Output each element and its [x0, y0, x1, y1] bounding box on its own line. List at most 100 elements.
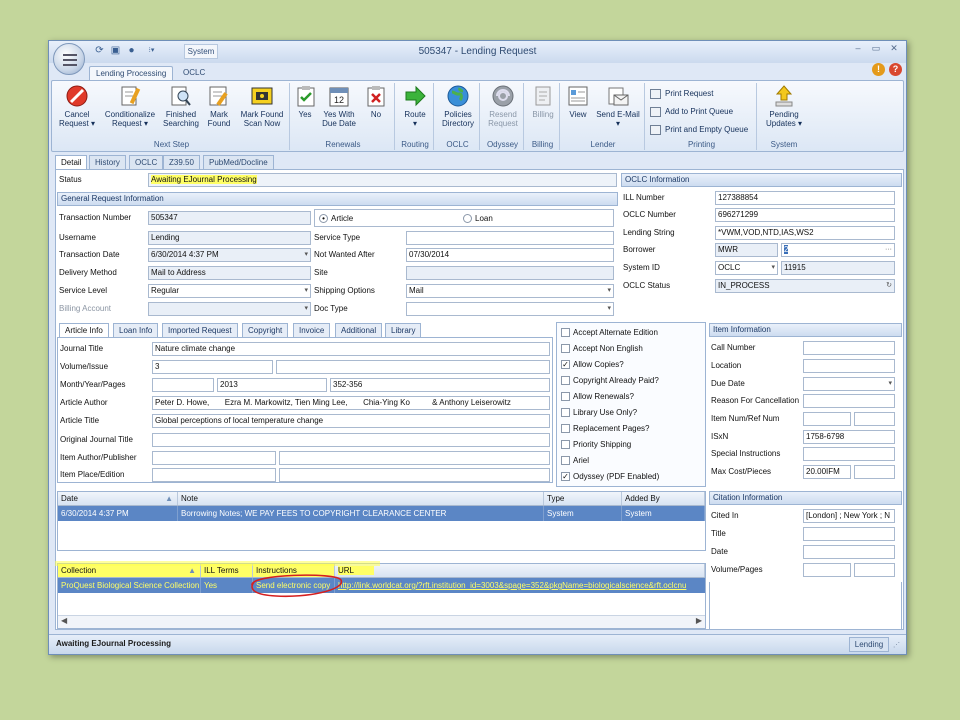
- qat-dropdown-icon[interactable]: ⁝▾: [145, 44, 158, 57]
- circle-icon[interactable]: ●: [125, 44, 138, 57]
- route-button[interactable]: Route ▾: [399, 84, 431, 134]
- item-edition-field[interactable]: [279, 468, 550, 482]
- notes-header-date[interactable]: Date ▲: [58, 492, 178, 505]
- ref-num-field[interactable]: [854, 412, 895, 426]
- tab-z3950[interactable]: Z39.50: [163, 155, 200, 169]
- accept-non-english-checkbox[interactable]: Accept Non English: [561, 341, 643, 357]
- cancel-request-button[interactable]: Cancel Request ▾: [56, 84, 98, 134]
- replacement-pages-checkbox[interactable]: Replacement Pages?: [561, 421, 650, 437]
- location-field[interactable]: [803, 359, 895, 373]
- isxn-field[interactable]: 1758-6798: [803, 430, 895, 444]
- tab-pubmed-docline[interactable]: PubMed/Docline: [203, 155, 274, 169]
- system-menu[interactable]: System: [184, 44, 218, 59]
- tab-imported-request[interactable]: Imported Request: [162, 323, 238, 337]
- max-cost-field[interactable]: 20.00IFM: [803, 465, 851, 479]
- tab-article-info[interactable]: Article Info: [59, 323, 109, 337]
- refresh-icon[interactable]: ⟳: [93, 44, 106, 57]
- maximize-icon[interactable]: ▭: [869, 43, 883, 57]
- tab-oclc-detail[interactable]: OCLC: [129, 155, 164, 169]
- issue-field[interactable]: [276, 360, 550, 374]
- tab-library[interactable]: Library: [385, 323, 422, 337]
- application-menu-button[interactable]: [53, 43, 85, 75]
- not-wanted-after-field[interactable]: 07/30/2014: [406, 248, 614, 262]
- pending-updates-button[interactable]: Pending Updates ▾: [761, 84, 807, 134]
- ellipsis-icon[interactable]: ···: [885, 244, 892, 256]
- reason-for-cancellation-field[interactable]: [803, 394, 895, 408]
- tab-invoice[interactable]: Invoice: [293, 323, 331, 337]
- tab-loan-info[interactable]: Loan Info: [113, 323, 159, 337]
- original-journal-title-field[interactable]: [152, 433, 550, 447]
- system-id-select[interactable]: OCLC ▾: [715, 261, 778, 275]
- no-button[interactable]: No: [362, 84, 390, 134]
- oclc-number-field[interactable]: 696271299: [715, 208, 895, 222]
- notes-header-added-by[interactable]: Added By: [622, 492, 705, 505]
- due-date-field[interactable]: ▾: [803, 377, 895, 391]
- accept-alternate-edition-checkbox[interactable]: Accept Alternate Edition: [561, 325, 658, 341]
- print-and-empty-queue-button[interactable]: Print and Empty Queue: [650, 123, 748, 137]
- send-email-button[interactable]: Send E-Mail ▾: [594, 84, 642, 134]
- scroll-left-icon[interactable]: ◀: [61, 616, 67, 625]
- allow-copies-checkbox[interactable]: ✓ Allow Copies?: [561, 357, 624, 373]
- priority-shipping-checkbox[interactable]: Priority Shipping: [561, 437, 631, 453]
- borrower-extra-field[interactable]: 2 ···: [781, 243, 895, 257]
- item-place-field[interactable]: [152, 468, 276, 482]
- help-icon[interactable]: ?: [889, 63, 902, 76]
- refresh-icon[interactable]: ↻: [886, 280, 892, 292]
- yes-button[interactable]: Yes: [294, 84, 316, 134]
- copyright-already-paid-checkbox[interactable]: Copyright Already Paid?: [561, 373, 659, 389]
- yes-with-due-date-button[interactable]: 12 Yes With Due Date: [318, 84, 360, 134]
- tab-history[interactable]: History: [89, 155, 126, 169]
- citation-title-field[interactable]: [803, 527, 895, 541]
- minimize-icon[interactable]: –: [851, 43, 865, 57]
- loan-radio[interactable]: Loan: [463, 211, 493, 226]
- citation-volume-field[interactable]: [803, 563, 851, 577]
- table-row[interactable]: 6/30/2014 4:37 PM Borrowing Notes; WE PA…: [58, 506, 705, 521]
- collections-header-url[interactable]: URL: [335, 564, 705, 577]
- cited-in-field[interactable]: [London] ; New York ; N: [803, 509, 895, 523]
- tab-oclc[interactable]: OCLC: [177, 66, 211, 81]
- print-request-button[interactable]: Print Request: [650, 87, 713, 101]
- citation-pages-field[interactable]: [854, 563, 895, 577]
- notes-header-type[interactable]: Type: [544, 492, 622, 505]
- policies-directory-button[interactable]: Policies Directory: [438, 84, 478, 134]
- alert-icon[interactable]: !: [872, 63, 885, 76]
- table-row[interactable]: ProQuest Biological Science Collection Y…: [58, 578, 705, 593]
- tab-detail[interactable]: Detail: [55, 155, 88, 169]
- ill-number-field[interactable]: 127388854: [715, 191, 895, 205]
- resend-request-button[interactable]: Resend Request: [484, 84, 522, 134]
- conditionalize-request-button[interactable]: Conditionalize Request ▾: [101, 84, 159, 134]
- call-number-field[interactable]: [803, 341, 895, 355]
- resize-grip-icon[interactable]: ⋰: [893, 641, 900, 649]
- citation-date-field[interactable]: [803, 545, 895, 559]
- item-publisher-field[interactable]: [279, 451, 550, 465]
- mark-found-scan-now-button[interactable]: Mark Found Scan Now: [237, 84, 287, 134]
- doc-type-select[interactable]: ▾: [406, 302, 614, 316]
- service-type-field[interactable]: [406, 231, 614, 245]
- volume-field[interactable]: 3: [152, 360, 273, 374]
- add-to-print-queue-button[interactable]: Add to Print Queue: [650, 105, 733, 119]
- pages-field[interactable]: 352-356: [330, 378, 550, 392]
- tab-copyright[interactable]: Copyright: [242, 323, 289, 337]
- allow-renewals-checkbox[interactable]: Allow Renewals?: [561, 389, 634, 405]
- save-icon[interactable]: ▣: [109, 44, 122, 57]
- tab-additional[interactable]: Additional: [335, 323, 383, 337]
- item-author-field[interactable]: [152, 451, 276, 465]
- article-title-field[interactable]: Global perceptions of local temperature …: [152, 414, 550, 428]
- year-field[interactable]: 2013: [217, 378, 327, 392]
- journal-title-field[interactable]: Nature climate change: [152, 342, 550, 356]
- scroll-right-icon[interactable]: ▶: [696, 616, 702, 625]
- service-level-select[interactable]: Regular ▾: [148, 284, 311, 298]
- lending-string-field[interactable]: *VWM,VOD,NTD,IAS,WS2: [715, 226, 895, 240]
- billing-button[interactable]: Billing: [528, 84, 558, 134]
- mark-found-button[interactable]: Mark Found: [203, 84, 235, 134]
- odyssey-pdf-checkbox[interactable]: ✓ Odyssey (PDF Enabled): [561, 469, 659, 485]
- pieces-field[interactable]: [854, 465, 895, 479]
- item-num-field[interactable]: [803, 412, 851, 426]
- close-icon[interactable]: ✕: [887, 43, 901, 57]
- tab-lending-processing[interactable]: Lending Processing: [89, 66, 174, 81]
- notes-header-note[interactable]: Note: [178, 492, 544, 505]
- finished-searching-button[interactable]: Finished Searching: [161, 84, 201, 134]
- library-use-only-checkbox[interactable]: Library Use Only?: [561, 405, 637, 421]
- ariel-checkbox[interactable]: Ariel: [561, 453, 589, 469]
- month-field[interactable]: [152, 378, 214, 392]
